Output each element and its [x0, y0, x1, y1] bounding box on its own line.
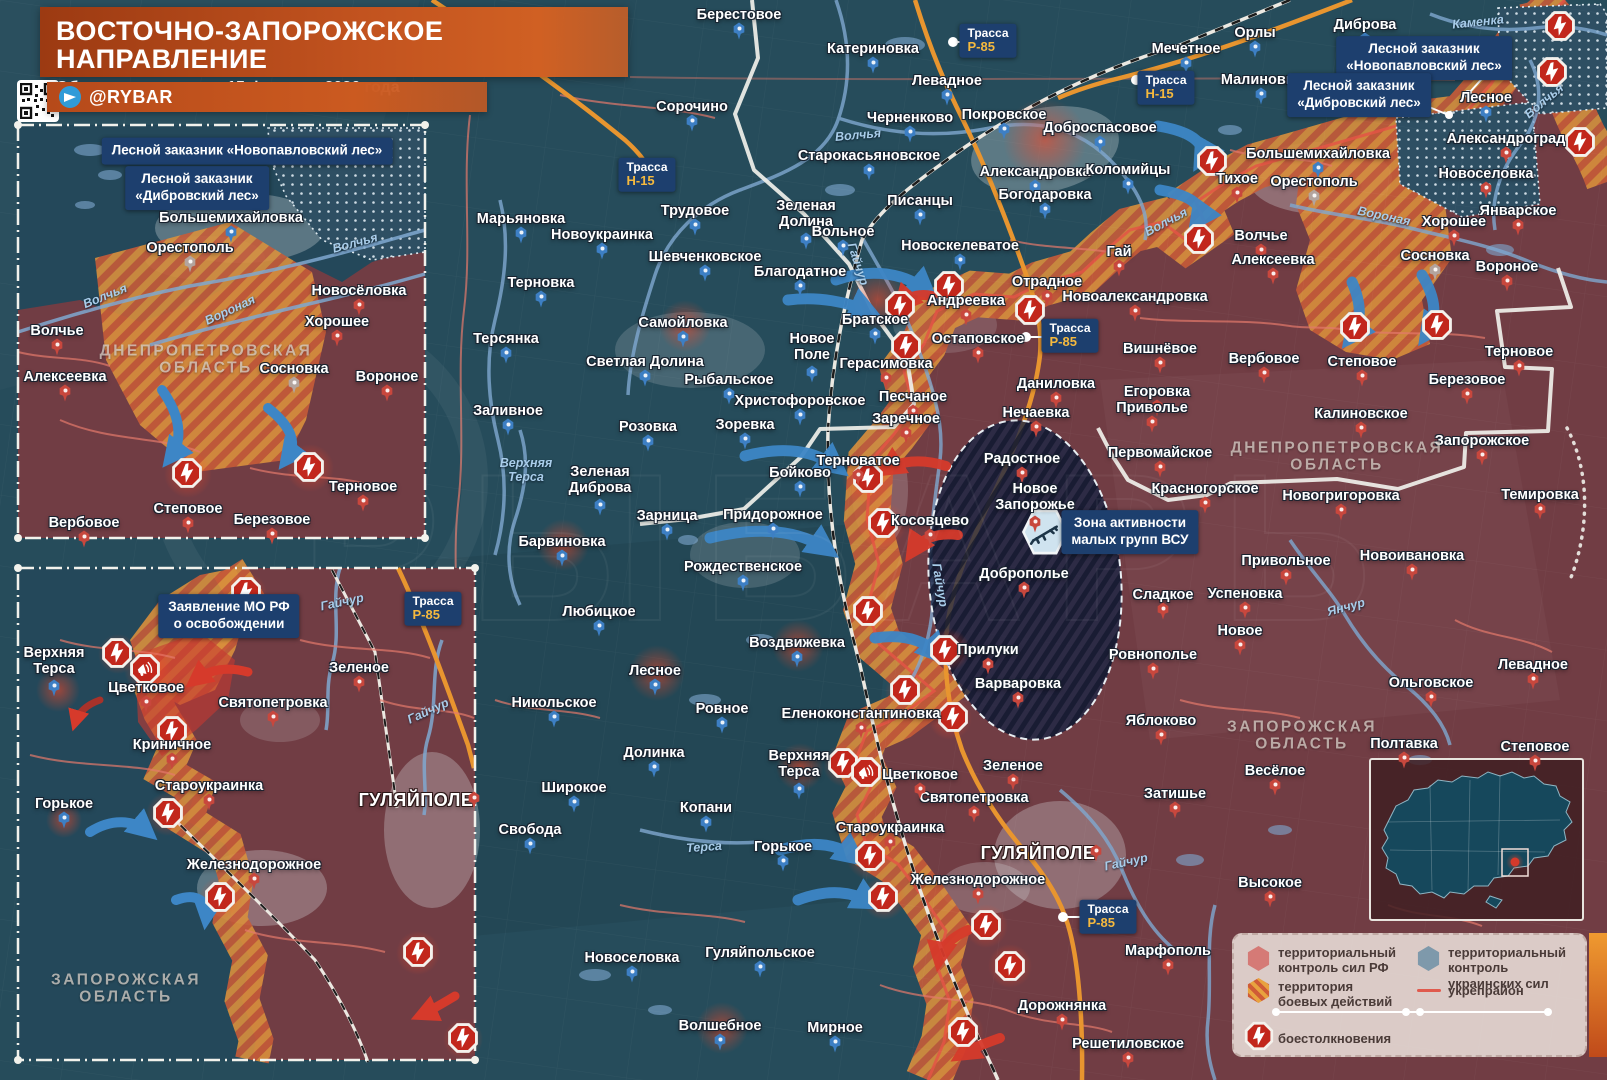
map-title: ВОСТОЧНО-ЗАПОРОЖСКОЕ НАПРАВЛЕНИЕ [56, 17, 628, 74]
legend-ua-control-icon [1417, 946, 1440, 971]
title-banner: ВОСТОЧНО-ЗАПОРОЖСКОЕ НАПРАВЛЕНИЕ Обстано… [40, 7, 628, 77]
legend-item-label: территориальный контроль сил РФ [1278, 945, 1398, 976]
legend-item-label: территория боевых действий [1278, 979, 1398, 1010]
legend-item-label: боестолкновения [1278, 1031, 1418, 1046]
legend-fortified-line-icon [1417, 989, 1441, 992]
legend-separator [1276, 1011, 1548, 1013]
legend-item-label: укрепрайон [1448, 983, 1580, 998]
legend-combat-zone-icon [1247, 978, 1270, 1003]
legend: территориальный контроль сил РФ территор… [1232, 933, 1587, 1057]
telegram-icon [59, 86, 81, 108]
minimap-overview [1370, 759, 1583, 920]
inset-dnipro-border [14, 121, 429, 542]
map-poster: РЫБАРЬ [0, 0, 1607, 1080]
accent-bar [1589, 933, 1607, 1057]
legend-ru-control-icon [1247, 946, 1270, 971]
channel-name: @RYBAR [89, 87, 173, 108]
channel-badge: @RYBAR [47, 82, 487, 112]
inset-gulyaipole [14, 564, 483, 1064]
map-geography: РЫБАРЬ [0, 0, 1607, 1080]
legend-clash-icon [1244, 1021, 1273, 1050]
